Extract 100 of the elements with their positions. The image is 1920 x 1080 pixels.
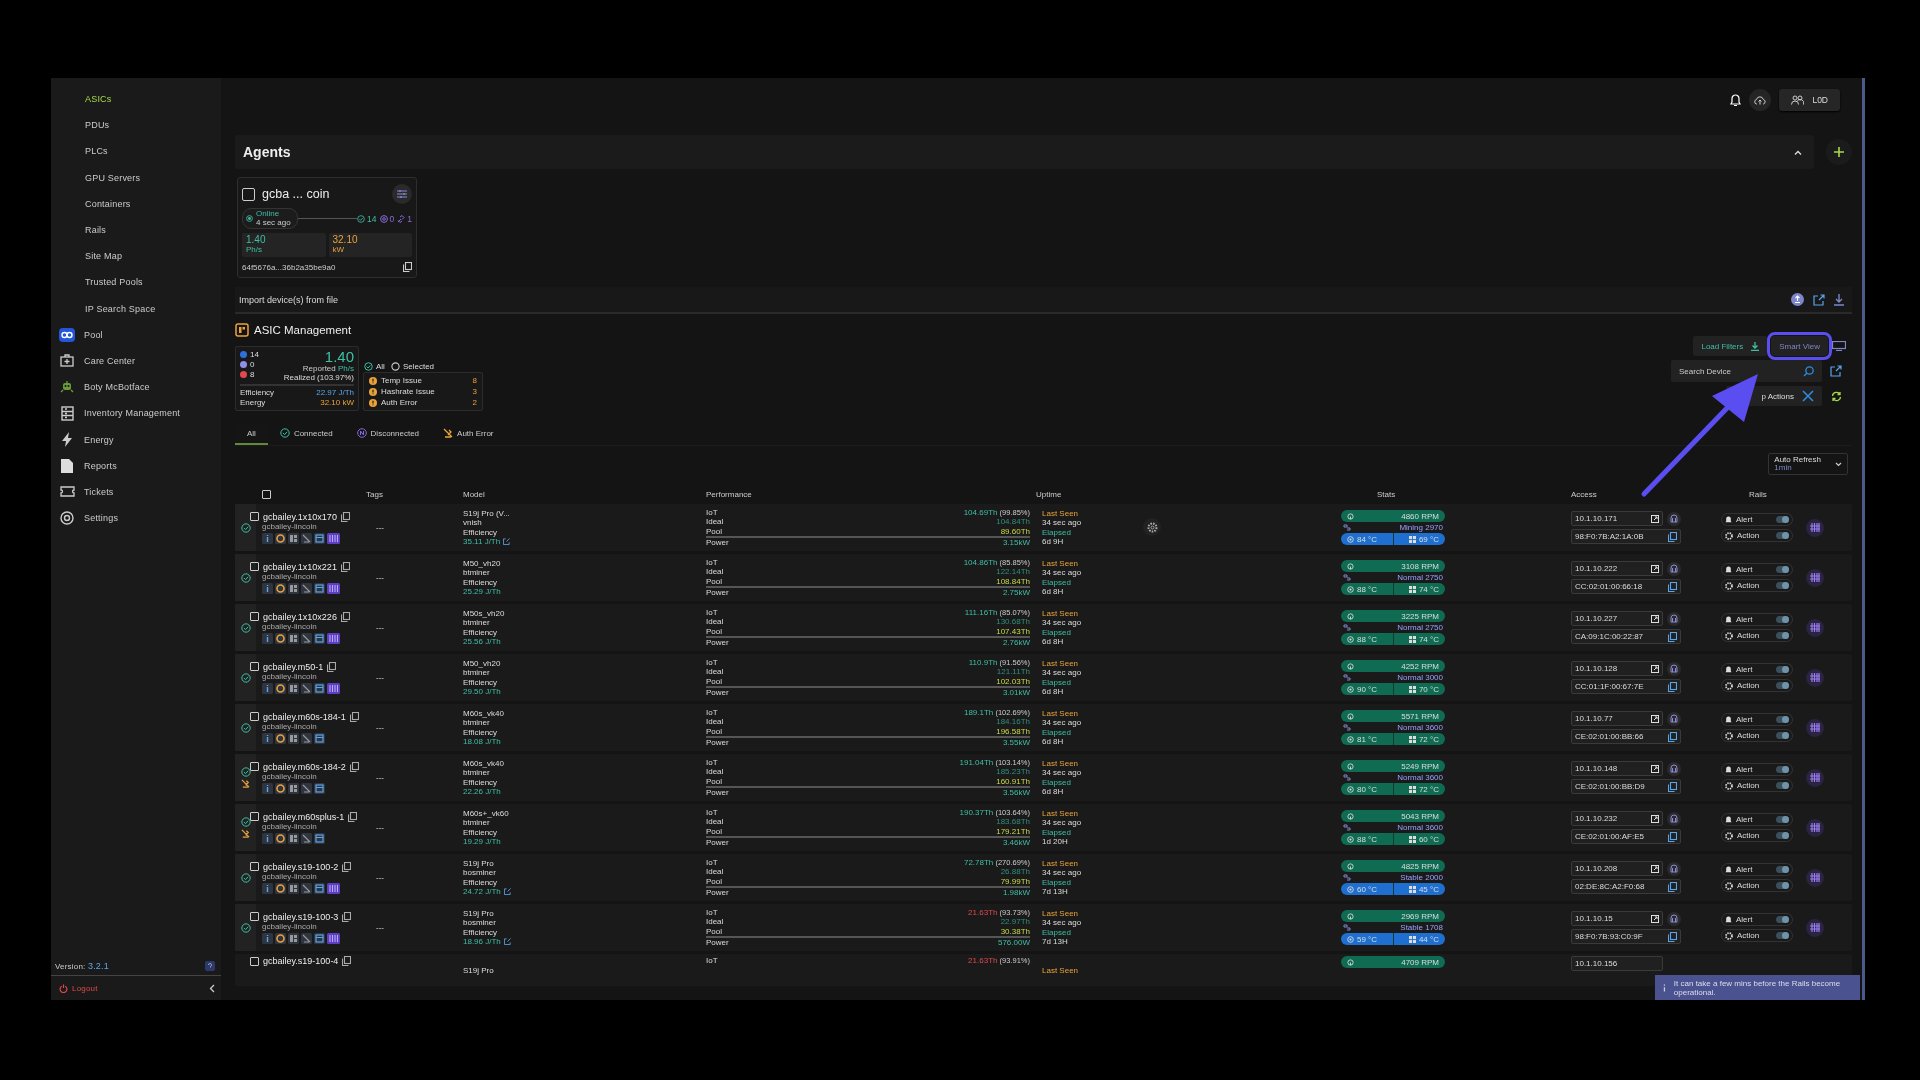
tool-off-icon[interactable] (301, 932, 312, 944)
copy-icon[interactable] (1668, 781, 1677, 792)
row-checkbox[interactable] (250, 712, 259, 721)
hashboard-icon[interactable] (327, 632, 340, 644)
edit-link-icon[interactable] (503, 888, 511, 896)
sidebar-item[interactable]: PLCs (63, 138, 108, 165)
rails-button[interactable] (1806, 518, 1824, 537)
sidebar-item[interactable]: Site Map (63, 243, 123, 270)
ip-field[interactable]: 10.1.10.156 (1571, 956, 1663, 971)
board-icon[interactable] (314, 782, 325, 794)
filter-button[interactable] (392, 184, 412, 204)
open-link-icon[interactable] (1651, 764, 1659, 773)
sidebar-item[interactable]: Tickets (51, 478, 114, 505)
tool-off-icon[interactable] (301, 532, 312, 544)
board-icon[interactable] (314, 882, 325, 894)
sidebar-item[interactable]: Rails (63, 216, 106, 244)
row-checkbox[interactable] (250, 662, 259, 671)
cloud-upload-button[interactable] (1749, 89, 1772, 111)
rails-button[interactable] (1806, 718, 1824, 737)
board-icon[interactable] (314, 732, 325, 744)
info-icon[interactable] (262, 732, 273, 744)
notification-icon[interactable] (1730, 93, 1742, 107)
open-link-icon[interactable] (1651, 514, 1659, 523)
board-icon[interactable] (314, 932, 325, 944)
info-icon[interactable] (262, 632, 273, 644)
hashboard-icon[interactable] (327, 882, 340, 894)
copy-icon[interactable] (1668, 531, 1677, 542)
board-icon[interactable] (314, 532, 325, 544)
remote-access-button[interactable] (1667, 611, 1681, 626)
open-link-icon[interactable] (1651, 914, 1659, 923)
grid-icon[interactable] (288, 532, 299, 544)
tool-off-icon[interactable] (301, 682, 312, 694)
remote-access-button[interactable] (1667, 511, 1681, 526)
collapse-icon[interactable] (1794, 149, 1802, 155)
logout-link[interactable]: Logout (59, 983, 98, 993)
ip-field[interactable]: 10.1.10.77 (1571, 711, 1663, 726)
copy-icon[interactable] (1668, 631, 1677, 642)
gear-icon[interactable] (275, 632, 286, 644)
row-checkbox[interactable] (250, 562, 259, 571)
gear-icon[interactable] (275, 582, 286, 594)
device-name[interactable]: gcbailey.s19-100-3 (263, 911, 339, 922)
user-button[interactable]: L0D (1779, 89, 1840, 111)
info-icon[interactable] (262, 932, 273, 944)
device-name[interactable]: gcbailey.m60splus-1 (263, 811, 345, 822)
sidebar-item[interactable]: Boty McBotface (51, 374, 150, 401)
rails-button[interactable] (1806, 568, 1824, 587)
edit-link-icon[interactable] (503, 938, 511, 946)
remote-access-button[interactable] (1667, 661, 1681, 676)
open-link-icon[interactable] (1651, 664, 1659, 673)
info-icon[interactable] (262, 582, 273, 594)
grid-icon[interactable] (288, 682, 299, 694)
add-button[interactable] (1826, 139, 1852, 165)
copy-icon[interactable] (1668, 881, 1677, 892)
rails-button[interactable] (1806, 668, 1824, 687)
sidebar-item[interactable]: Care Center (51, 347, 136, 375)
filter-tab[interactable]: Disconnected (344, 423, 432, 445)
remote-access-button[interactable] (1667, 711, 1681, 726)
sidebar-item[interactable]: Pool (51, 321, 103, 348)
download-icon[interactable] (1834, 293, 1844, 306)
sidebar-item[interactable]: PDUs (63, 112, 110, 139)
open-link-icon[interactable] (1651, 814, 1659, 823)
grid-icon[interactable] (288, 632, 299, 644)
ip-field[interactable]: 10.1.10.148 (1571, 761, 1663, 776)
remote-access-button[interactable] (1667, 861, 1681, 876)
copy-icon[interactable] (340, 511, 350, 522)
sidebar-item[interactable]: Containers (63, 190, 131, 217)
gear-icon[interactable] (275, 832, 286, 844)
collapse-icon[interactable] (209, 983, 215, 993)
grid-icon[interactable] (288, 782, 299, 794)
hashboard-icon[interactable] (327, 582, 340, 594)
copy-icon[interactable] (403, 262, 412, 272)
copy-icon[interactable] (1668, 931, 1677, 942)
rails-button[interactable] (1806, 918, 1824, 937)
device-name[interactable]: gcbailey.m50-1 (263, 661, 324, 672)
ip-field[interactable]: 10.1.10.128 (1571, 661, 1663, 676)
tool-off-icon[interactable] (301, 732, 312, 744)
copy-icon[interactable] (349, 711, 359, 722)
hashboard-icon[interactable] (327, 682, 340, 694)
device-name[interactable]: gcbailey.1x10x170 (263, 511, 337, 522)
remote-access-button[interactable] (1667, 811, 1681, 826)
row-checkbox[interactable] (250, 812, 259, 821)
sidebar-item[interactable]: GPU Servers (63, 164, 141, 191)
gear-icon[interactable] (275, 682, 286, 694)
tool-off-icon[interactable] (301, 782, 312, 794)
ip-field[interactable]: 10.1.10.227 (1571, 611, 1663, 626)
remote-access-button[interactable] (1667, 911, 1681, 926)
copy-icon[interactable] (1668, 581, 1677, 592)
rails-button[interactable] (1806, 618, 1824, 637)
info-icon[interactable] (262, 532, 273, 544)
filter-tab[interactable]: Connected (267, 423, 345, 445)
grid-icon[interactable] (288, 582, 299, 594)
hashboard-icon[interactable] (327, 532, 340, 544)
copy-icon[interactable] (1668, 831, 1677, 842)
ip-field[interactable]: 10.1.10.208 (1571, 861, 1663, 876)
search-field[interactable]: Search Device (1671, 360, 1822, 382)
sidebar-item[interactable]: IP Search Space (63, 295, 156, 322)
export-icon[interactable] (1813, 293, 1825, 306)
open-link-icon[interactable] (1651, 864, 1659, 873)
tool-off-icon[interactable] (301, 882, 312, 894)
copy-icon[interactable] (340, 611, 350, 622)
